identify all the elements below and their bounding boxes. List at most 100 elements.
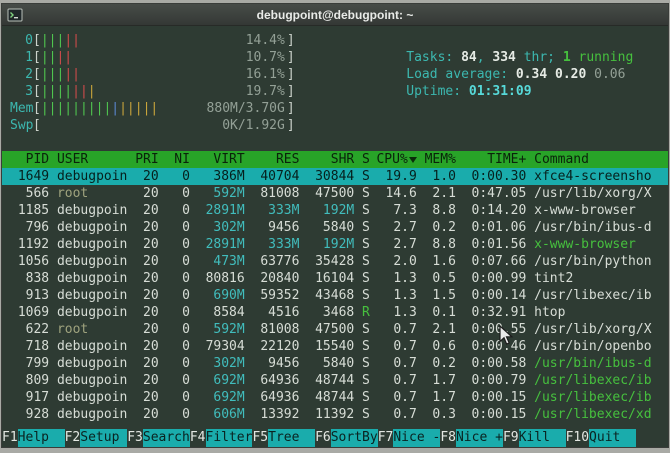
- cell-shr: 3468: [307, 304, 354, 321]
- table-header: PID USER PRI NI VIRT RES SHR S CPU% MEM%…: [2, 151, 668, 168]
- cell-shr: 11392: [307, 406, 354, 423]
- process-row-622[interactable]: 622 root 20 0 592M 81008 47500 S 0.7 2.1…: [2, 321, 668, 338]
- cell-mem: 0.6: [425, 338, 456, 355]
- cell-ni: 0: [166, 406, 189, 423]
- cell-res: 4516: [253, 304, 300, 321]
- process-row-1185[interactable]: 1185 debugpoin 20 0 2891M 333M 192M S 7.…: [2, 202, 668, 219]
- fkey-f5[interactable]: F5Tree: [252, 429, 315, 447]
- cell-pid: 796: [10, 219, 49, 236]
- cell-shr: 5840: [307, 355, 354, 372]
- process-row-1192[interactable]: 1192 debugpoin 20 0 2891M 333M 192M S 2.…: [2, 236, 668, 253]
- cell-state: S: [362, 406, 370, 423]
- process-row-566[interactable]: 566 root 20 0 592M 81008 47500 S 14.6 2.…: [2, 185, 668, 202]
- fkey-f8[interactable]: F8Nice +: [440, 429, 503, 447]
- process-row-928[interactable]: 928 debugpoin 20 0 606M 13392 11392 S 0.…: [2, 406, 668, 423]
- process-row-913[interactable]: 913 debugpoin 20 0 690M 59352 43468 S 1.…: [2, 287, 668, 304]
- meter-bracket-close: ]: [287, 117, 295, 134]
- meter-bracket-open: [: [33, 100, 41, 117]
- column-header-mem[interactable]: MEM%: [425, 151, 456, 168]
- fkey-f6[interactable]: F6SortBy: [315, 429, 378, 447]
- cell-ni: 0: [166, 202, 189, 219]
- column-header-pid[interactable]: PID: [10, 151, 49, 168]
- meter-ticks: ||||: [41, 49, 72, 66]
- meter-segment-red: ||: [64, 33, 80, 48]
- fkey-f4[interactable]: F4Filter: [190, 429, 253, 447]
- process-row-796[interactable]: 796 debugpoin 20 0 302M 9456 5840 S 2.7 …: [2, 219, 668, 236]
- column-header-user[interactable]: USER: [57, 151, 127, 168]
- cell-virt: 2891M: [198, 236, 245, 253]
- fkey-label: Filter: [206, 429, 253, 447]
- meter-cpu0: 0[|||||14.4%]: [10, 32, 312, 49]
- process-row-838[interactable]: 838 debugpoin 20 0 80816 20840 16104 S 1…: [2, 270, 668, 287]
- column-header-command[interactable]: Command: [534, 151, 668, 168]
- process-row-799[interactable]: 799 debugpoin 20 0 302M 9456 5840 S 0.7 …: [2, 355, 668, 372]
- cell-res: 81008: [253, 185, 300, 202]
- cell-shr: 192M: [307, 202, 354, 219]
- cell-cpu: 0.7: [378, 338, 417, 355]
- cell-time: 0:00.15: [464, 406, 527, 423]
- cell-cpu: 19.9: [378, 168, 417, 185]
- cell-pid: 928: [10, 406, 49, 423]
- column-header-state[interactable]: S: [362, 151, 370, 168]
- cell-res: 333M: [253, 202, 300, 219]
- meter-segment-yellow: |||||: [119, 101, 158, 116]
- cell-time: 0:47.05: [464, 185, 527, 202]
- uptime-value: 01:31:09: [469, 84, 532, 99]
- fkey-f9[interactable]: F9Kill: [503, 429, 566, 447]
- fkey-f2[interactable]: F2Setup: [65, 429, 128, 447]
- load-5min: 0.20: [555, 67, 594, 82]
- process-row-917[interactable]: 917 debugpoin 20 0 692M 64936 48744 S 0.…: [2, 389, 668, 406]
- cell-cpu: 0.7: [378, 372, 417, 389]
- cell-res: 13392: [253, 406, 300, 423]
- cell-mem: 1.6: [425, 253, 456, 270]
- cell-pri: 20: [135, 219, 158, 236]
- titlebar[interactable]: debugpoint@debugpoint: ~: [2, 4, 668, 26]
- fkey-number: F7: [378, 429, 394, 447]
- cell-command: x-www-browser: [534, 202, 668, 219]
- meter-value: 16.1%: [246, 66, 285, 83]
- cell-shr: 35428: [307, 253, 354, 270]
- column-header-cpu[interactable]: CPU%: [378, 151, 417, 168]
- cell-state: S: [362, 270, 370, 287]
- meter-cpu3: 3[|||||||19.7%]: [10, 83, 312, 100]
- cell-cpu: 7.3: [378, 202, 417, 219]
- process-row-1649[interactable]: 1649 debugpoin 20 0 386M 40704 30844 S 1…: [2, 168, 668, 185]
- process-row-1056[interactable]: 1056 debugpoin 20 0 473M 63776 35428 S 2…: [2, 253, 668, 270]
- cell-mem: 2.1: [425, 185, 456, 202]
- htop-header: 0[|||||14.4%] 1[||||10.7%] 2[|||||16.1%]…: [2, 26, 668, 134]
- process-table: 1649 debugpoin 20 0 386M 40704 30844 S 1…: [2, 168, 668, 423]
- cell-command: htop: [534, 304, 668, 321]
- system-info: Tasks: 84, 334 thr; 1 running Load avera…: [328, 32, 633, 134]
- meter-bracket-close: ]: [287, 83, 295, 100]
- fkey-f3[interactable]: F3Search: [127, 429, 190, 447]
- fkey-number: F1: [2, 429, 18, 447]
- fkey-number: F4: [190, 429, 206, 447]
- column-header-res[interactable]: RES: [253, 151, 300, 168]
- fkey-f1[interactable]: F1Help: [2, 429, 65, 447]
- meter-bracket-open: [: [33, 32, 41, 49]
- cell-shr: 15540: [307, 338, 354, 355]
- column-header-shr[interactable]: SHR: [307, 151, 354, 168]
- cell-res: 22120: [253, 338, 300, 355]
- cell-user: debugpoin: [57, 219, 127, 236]
- column-header-ni[interactable]: NI: [166, 151, 189, 168]
- fkey-number: F9: [503, 429, 519, 447]
- cell-cpu: 1.3: [378, 287, 417, 304]
- cell-ni: 0: [166, 372, 189, 389]
- column-header-time[interactable]: TIME+: [464, 151, 527, 168]
- fkey-f10[interactable]: F10Quit: [566, 429, 636, 447]
- cell-pid: 718: [10, 338, 49, 355]
- column-header-pri[interactable]: PRI: [135, 151, 158, 168]
- process-row-1069[interactable]: 1069 debugpoin 20 0 8584 4516 3468 R 1.3…: [2, 304, 668, 321]
- running-count: 1: [563, 50, 571, 65]
- cell-ni: 0: [166, 321, 189, 338]
- cell-time: 0:00.79: [464, 372, 527, 389]
- process-row-809[interactable]: 809 debugpoin 20 0 692M 64936 48744 S 0.…: [2, 372, 668, 389]
- meter-bracket-close: ]: [287, 100, 295, 117]
- fkey-f7[interactable]: F7Nice -: [378, 429, 441, 447]
- meter-bar: |||||||||||||||880M/3.70G: [41, 100, 287, 117]
- process-row-718[interactable]: 718 debugpoin 20 0 79304 22120 15540 S 0…: [2, 338, 668, 355]
- column-header-virt[interactable]: VIRT: [198, 151, 245, 168]
- cell-user: debugpoin: [57, 168, 127, 185]
- cell-command: /usr/libexec/ib: [534, 287, 668, 304]
